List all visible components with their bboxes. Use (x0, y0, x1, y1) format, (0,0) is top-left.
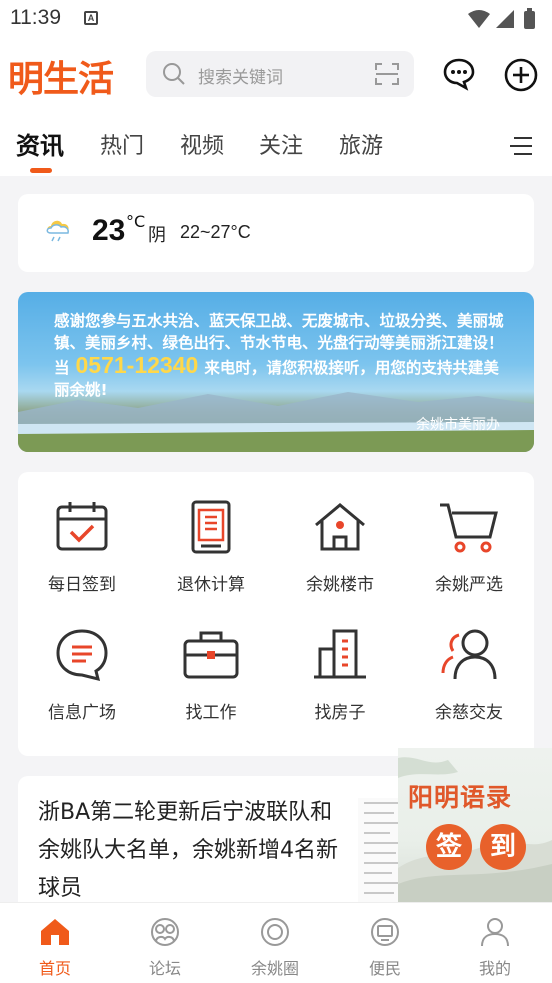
nav-label: 首页 (38, 959, 71, 978)
service-retirement[interactable]: 退休计算 (151, 496, 271, 595)
circle-icon (261, 918, 289, 946)
home-icon (41, 919, 69, 945)
signal-icon (496, 10, 514, 28)
nav-circle[interactable]: 余姚圈 (230, 917, 320, 979)
banner-phone: 0571-12340 (75, 352, 199, 378)
service-make-friends[interactable]: 余慈交友 (409, 624, 529, 723)
service-label: 余姚严选 (435, 575, 503, 595)
briefcase-icon (151, 624, 271, 686)
banner-text: 感谢您参与五水共治、蓝天保卫战、无废城市、垃圾分类、美丽城镇、美丽乡村、绿色出行… (54, 310, 504, 401)
message-icon[interactable] (442, 57, 476, 95)
service-daily-checkin[interactable]: 每日签到 (22, 496, 142, 595)
nav-services[interactable]: 便民 (340, 917, 430, 979)
service-info-square[interactable]: 信息广场 (22, 624, 142, 723)
header: 明生活 搜索关键词 资讯 热门 视频 关注 旅游 (0, 38, 552, 176)
nav-label: 便民 (368, 959, 401, 978)
services-grid: 每日签到 退休计算 余姚楼市 余姚严选 信息广场 找工作 找房子 余慈交友 (18, 472, 534, 756)
tab-hot[interactable]: 热门 (100, 128, 144, 160)
search-input[interactable]: 搜索关键词 (146, 51, 414, 97)
search-icon (162, 62, 186, 90)
category-tabs: 资讯 热门 视频 关注 旅游 (0, 124, 552, 176)
house-icon (280, 496, 400, 558)
banner-credit: 余姚市美丽办 (416, 417, 500, 433)
bottom-navigation: 首页 论坛 余姚圈 便民 我的 (0, 902, 552, 983)
tab-follow[interactable]: 关注 (259, 128, 303, 160)
nav-label: 我的 (478, 959, 511, 978)
service-label: 找房子 (314, 703, 366, 723)
friends-icon (409, 624, 529, 686)
service-shop[interactable]: 余姚严选 (409, 496, 529, 595)
cart-icon (409, 496, 529, 558)
wifi-icon (468, 10, 490, 28)
ink-landscape-image (398, 757, 552, 902)
search-placeholder: 搜索关键词 (198, 68, 283, 88)
battery-icon (524, 8, 535, 29)
service-find-house[interactable]: 找房子 (280, 624, 400, 723)
nav-label: 余姚圈 (250, 959, 299, 978)
service-label: 信息广场 (48, 703, 116, 723)
checkin-promo[interactable]: 阳明语录 签 到 (398, 748, 552, 902)
scan-icon[interactable] (374, 62, 400, 90)
status-time: 11:39 (10, 6, 61, 29)
notification-icon: A (84, 11, 98, 25)
promo-banner[interactable]: 感谢您参与五水共治、蓝天保卫战、无废城市、垃圾分类、美丽城镇、美丽乡村、绿色出行… (18, 292, 534, 452)
news-title: 浙BA第二轮更新后宁波联队和余姚队大名单，余姚新增4名新球员 (38, 800, 338, 901)
service-label: 余姚楼市 (306, 575, 374, 595)
nav-forum[interactable]: 论坛 (120, 917, 210, 979)
temperature: 23 (92, 214, 126, 247)
service-label: 退休计算 (177, 575, 245, 595)
status-icons (466, 8, 542, 34)
retirement-doc-icon (151, 496, 271, 558)
promo-title: 阳明语录 (408, 783, 513, 812)
menu-icon[interactable] (510, 136, 534, 160)
forum-icon (151, 918, 179, 946)
weather-condition: 阴 (148, 225, 166, 246)
tab-news[interactable]: 资讯 (16, 126, 64, 161)
service-label: 余慈交友 (435, 703, 503, 723)
app-logo: 明生活 (8, 59, 114, 100)
cloud-rain-icon (44, 216, 74, 250)
status-bar: 11:39 A (0, 0, 552, 38)
message-list-icon (22, 624, 142, 686)
promo-circle-in: 到 (480, 824, 526, 870)
service-find-job[interactable]: 找工作 (151, 624, 271, 723)
nav-profile[interactable]: 我的 (450, 917, 540, 979)
nav-label: 论坛 (148, 959, 181, 978)
tab-indicator (30, 168, 52, 173)
tab-travel[interactable]: 旅游 (339, 128, 383, 160)
promo-circle-sign: 签 (426, 824, 472, 870)
calendar-check-icon (22, 496, 142, 558)
service-label: 每日签到 (48, 575, 116, 595)
service-housing-market[interactable]: 余姚楼市 (280, 496, 400, 595)
buildings-icon (280, 624, 400, 686)
temperature-range: 22~27°C (180, 222, 251, 242)
nav-home[interactable]: 首页 (10, 917, 100, 979)
service-label: 找工作 (185, 703, 237, 723)
tab-video[interactable]: 视频 (180, 128, 224, 160)
weather-card[interactable]: 23 °C 阴 22~27°C (18, 194, 534, 272)
temperature-unit: °C (126, 212, 146, 231)
service-monitor-icon (371, 918, 399, 946)
profile-icon (481, 918, 509, 947)
add-icon[interactable] (503, 57, 539, 97)
